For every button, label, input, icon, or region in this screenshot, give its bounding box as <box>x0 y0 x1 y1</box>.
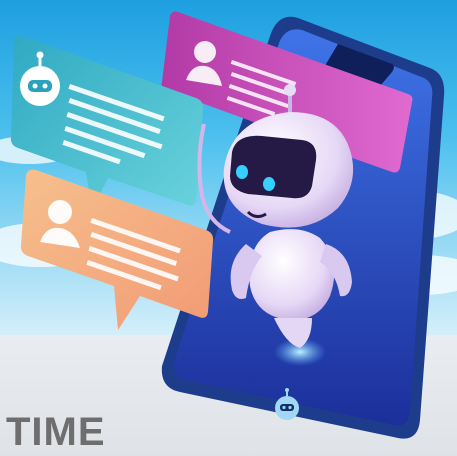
illustration-art <box>0 11 457 439</box>
chatbot-illustration: TIME <box>0 0 457 456</box>
caption-text: TIME <box>6 410 106 454</box>
robot-body <box>249 229 335 321</box>
robot-eye-left <box>236 165 248 179</box>
robot-eye-right <box>263 177 275 191</box>
